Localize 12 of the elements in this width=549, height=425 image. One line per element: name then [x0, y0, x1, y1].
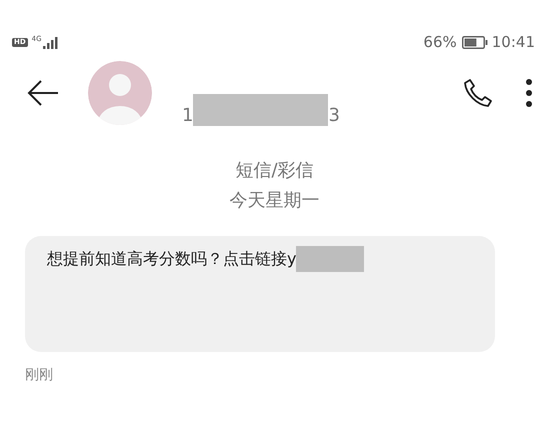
contact-number: 1 — [182, 105, 194, 126]
message-time: 刚刚 — [25, 366, 54, 384]
phone-icon[interactable] — [463, 78, 493, 108]
battery-icon — [462, 36, 488, 48]
clock-time: 10:41 — [492, 33, 535, 51]
message-text: 想提前知道高考分数吗？点击链接y — [47, 248, 296, 270]
redaction-bar — [296, 246, 364, 272]
battery-percent: 66% — [423, 33, 457, 51]
contact-number: 3 — [328, 105, 340, 126]
channel-label: 短信/彩信 — [235, 159, 314, 183]
date-label: 今天星期一 — [230, 189, 320, 213]
more-icon[interactable] — [525, 78, 533, 108]
